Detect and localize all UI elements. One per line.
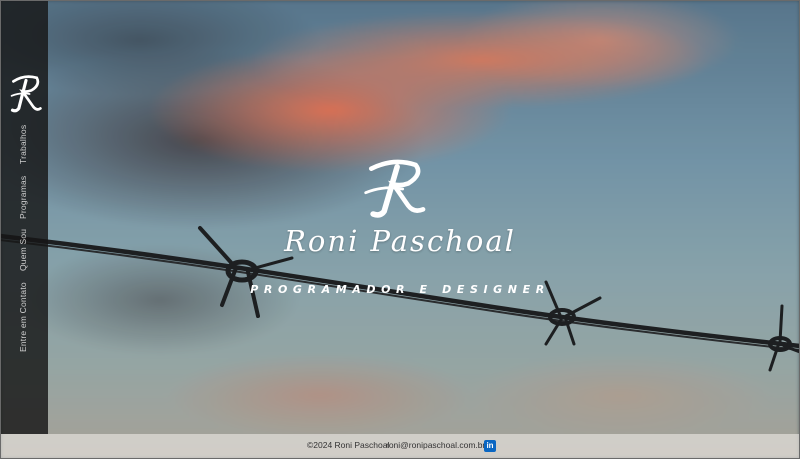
sidebar: Trabalhos Programas Quem Sou Entre em Co…: [0, 0, 48, 434]
footer-email-link[interactable]: roni@ronipaschoal.com.br: [386, 440, 485, 450]
footer-copyright: ©2024 Roni Paschoal: [307, 440, 390, 450]
footer: ©2024 Roni Paschoal roni@ronipaschoal.co…: [0, 434, 800, 459]
linkedin-icon[interactable]: in: [484, 440, 496, 452]
hero-monogram-icon: [364, 159, 426, 218]
nav-item-trabalhos[interactable]: Trabalhos: [18, 125, 28, 164]
nav-item-quem-sou[interactable]: Quem Sou: [18, 229, 28, 271]
logo-monogram-icon[interactable]: [8, 72, 44, 116]
hero-tagline: PROGRAMADOR E DESIGNER: [250, 283, 550, 296]
hero-name: Roni Paschoal: [284, 224, 516, 258]
nav-item-entre-em-contato[interactable]: Entre em Contato: [18, 282, 28, 352]
nav-item-programas[interactable]: Programas: [18, 176, 28, 219]
